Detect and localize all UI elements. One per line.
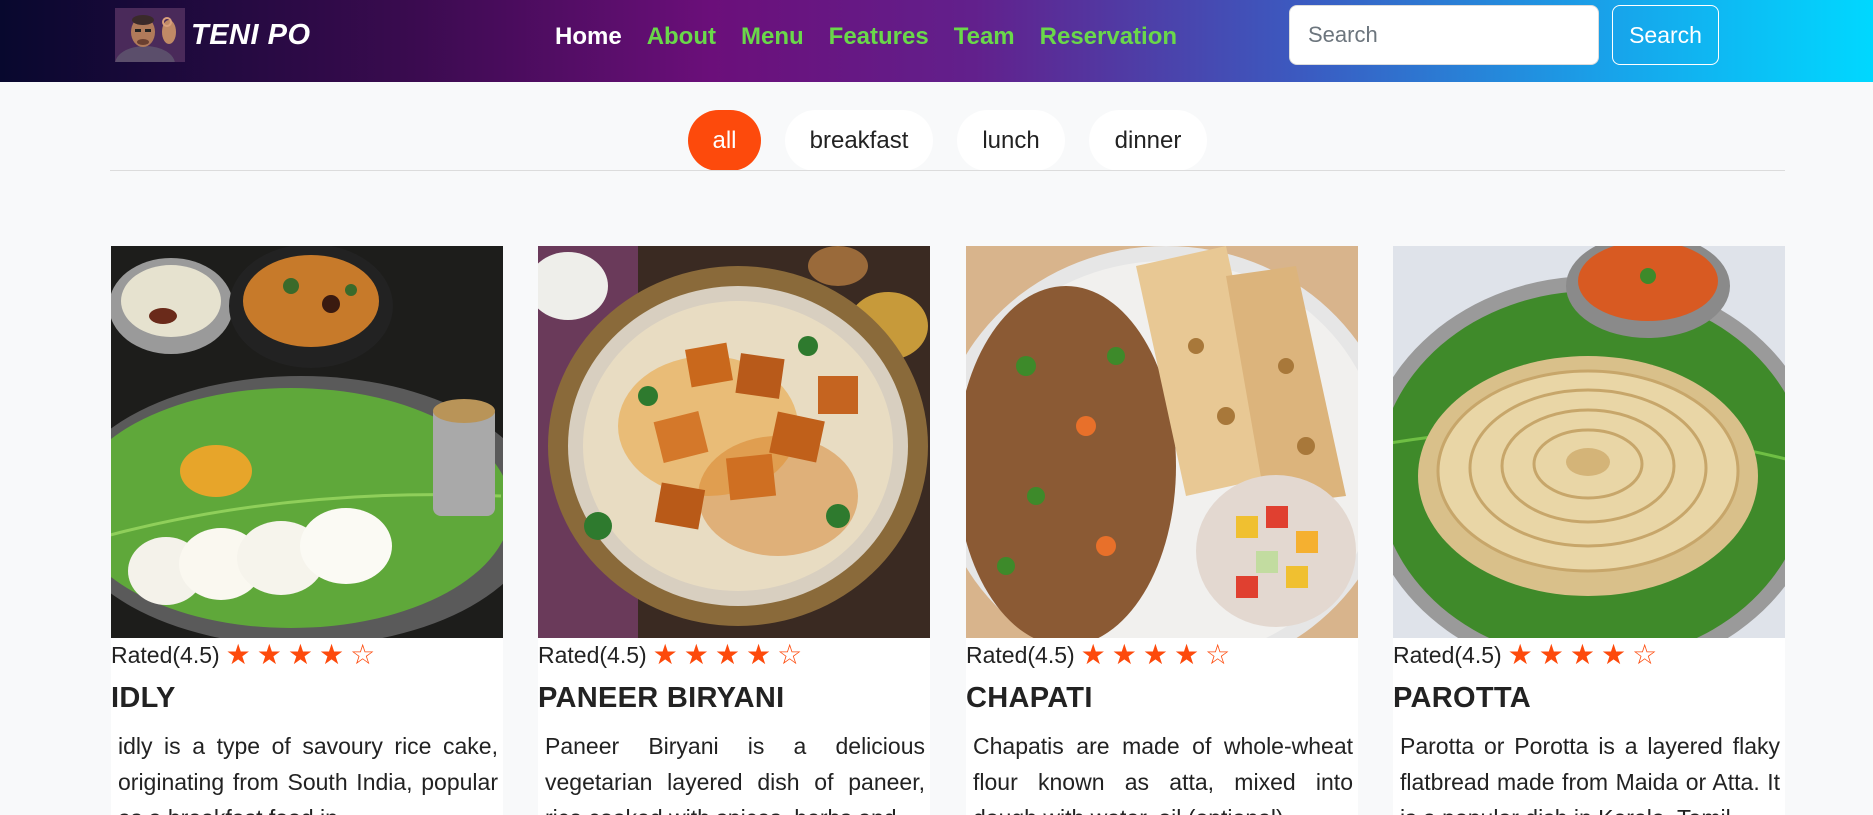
nav-links: Home About Menu Features Team Reservatio… [555, 18, 1202, 56]
star-icon: ★ [652, 639, 678, 670]
filter-divider [110, 170, 1785, 171]
search-button[interactable]: Search [1612, 5, 1719, 65]
star-icon: ★ [1538, 639, 1564, 670]
rating-label: Rated(4.5) [111, 641, 220, 668]
star-icon: ★ [1569, 639, 1595, 670]
card-description: Chapatis are made of whole-wheat flour k… [973, 733, 1353, 815]
navbar: TENI PO Home About Menu Features Team Re… [0, 0, 1873, 82]
filter-all[interactable]: all [688, 110, 761, 171]
food-image-paneer-biryani [538, 246, 930, 638]
star-icon: ★ [1601, 639, 1627, 670]
star-icon: ★ [1111, 639, 1137, 670]
rating: Rated(4.5) ★ ★ ★ ★ ☆ [1393, 640, 1663, 670]
card-description: Paneer Biryani is a delicious vegetarian… [545, 733, 925, 815]
menu-card-chapati[interactable]: Rated(4.5) ★ ★ ★ ★ ☆ CHAPATI Chapatis ar… [966, 246, 1358, 815]
star-icon: ★ [225, 639, 251, 670]
menu-card-parotta[interactable]: Rated(4.5) ★ ★ ★ ★ ☆ PAROTTA Parotta or … [1393, 246, 1785, 815]
star-icon: ★ [1174, 639, 1200, 670]
brand[interactable]: TENI PO [115, 7, 311, 63]
brand-logo-photo [115, 8, 185, 62]
star-icon: ★ [256, 639, 282, 670]
nav-link-home[interactable]: Home [555, 23, 622, 51]
star-half-icon: ☆ [1205, 639, 1231, 670]
card-title: PANEER BIRYANI [538, 682, 785, 714]
search-input[interactable] [1289, 5, 1599, 65]
food-image-parotta [1393, 246, 1785, 638]
rating-label: Rated(4.5) [1393, 641, 1502, 668]
star-half-icon: ☆ [350, 639, 376, 670]
star-half-icon: ☆ [1632, 639, 1658, 670]
rating-label: Rated(4.5) [538, 641, 647, 668]
food-image-chapati [966, 246, 1358, 638]
star-icon: ★ [1507, 639, 1533, 670]
menu-card-paneer-biryani[interactable]: Rated(4.5) ★ ★ ★ ★ ☆ PANEER BIRYANI Pane… [538, 246, 930, 815]
rating: Rated(4.5) ★ ★ ★ ★ ☆ [966, 640, 1236, 670]
menu-card-idly[interactable]: Rated(4.5) ★ ★ ★ ★ ☆ IDLY idly is a type… [111, 246, 503, 815]
filter-lunch[interactable]: lunch [957, 110, 1065, 171]
nav-link-about[interactable]: About [647, 23, 716, 51]
filter-dinner[interactable]: dinner [1089, 110, 1207, 171]
nav-link-menu[interactable]: Menu [741, 23, 804, 51]
star-icon: ★ [1080, 639, 1106, 670]
nav-link-team[interactable]: Team [954, 23, 1015, 51]
filter-breakfast[interactable]: breakfast [785, 110, 933, 171]
nav-link-reservation[interactable]: Reservation [1040, 23, 1177, 51]
rating: Rated(4.5) ★ ★ ★ ★ ☆ [111, 640, 381, 670]
card-title: IDLY [111, 682, 176, 714]
card-title: PAROTTA [1393, 682, 1531, 714]
food-image-idly [111, 246, 503, 638]
star-icon: ★ [319, 639, 345, 670]
brand-name: TENI PO [191, 18, 311, 51]
star-icon: ★ [1142, 639, 1168, 670]
star-half-icon: ☆ [777, 639, 803, 670]
star-icon: ★ [746, 639, 772, 670]
rating: Rated(4.5) ★ ★ ★ ★ ☆ [538, 640, 808, 670]
rating-label: Rated(4.5) [966, 641, 1075, 668]
card-description: idly is a type of savoury rice cake, ori… [118, 733, 498, 815]
card-description: Parotta or Porotta is a layered flaky fl… [1400, 733, 1780, 815]
star-icon: ★ [714, 639, 740, 670]
card-title: CHAPATI [966, 682, 1093, 714]
category-filters: all breakfast lunch dinner [0, 110, 1873, 172]
nav-link-features[interactable]: Features [829, 23, 929, 51]
star-icon: ★ [683, 639, 709, 670]
star-icon: ★ [287, 639, 313, 670]
